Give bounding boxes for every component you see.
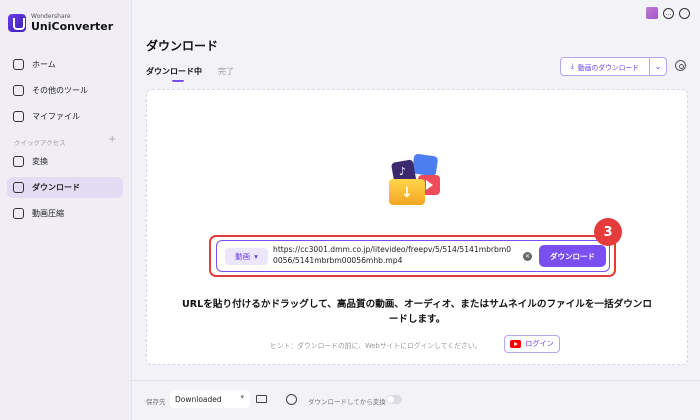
file-icon <box>13 111 24 122</box>
url-input[interactable]: https://cc3001.dmm.co.jp/litevideo/freep… <box>273 245 513 266</box>
url-input-bar[interactable]: 動画 ▾ https://cc3001.dmm.co.jp/litevideo/… <box>216 240 610 272</box>
sidebar-item-label: 変換 <box>32 157 48 166</box>
brand-product: UniConverter <box>31 20 114 33</box>
toolbox-icon <box>13 85 24 96</box>
sidebar-item-label: ダウンロード <box>32 183 80 192</box>
convert-after-download-toggle[interactable] <box>386 395 402 404</box>
app-logo-icon <box>8 14 26 32</box>
caret-down-icon: ▾ <box>254 252 258 261</box>
media-type-value: 動画 <box>235 252 251 261</box>
top-right-icons: … <box>646 7 690 19</box>
convert-icon <box>13 156 24 167</box>
chevron-down-icon[interactable]: ⌄ <box>650 62 666 71</box>
download-icon <box>13 182 24 193</box>
tab-downloading[interactable]: ダウンロード中 <box>146 66 202 82</box>
sidebar-item-label: ホーム <box>32 60 56 69</box>
sidebar-item-label: 動画圧縮 <box>32 209 64 218</box>
add-quick-access-icon[interactable]: + <box>108 134 116 145</box>
download-illustration-icon: ♪ ↓ <box>383 151 453 211</box>
sidebar: Wondershare UniConverter ホーム その他のツール マイフ… <box>0 0 132 420</box>
sidebar-item-label: マイファイル <box>32 112 80 121</box>
youtube-icon <box>510 340 522 348</box>
tab-completed[interactable]: 完了 <box>218 66 234 77</box>
sidebar-item-my-files[interactable]: マイファイル <box>7 106 123 127</box>
sidebar-item-compress[interactable]: 動画圧縮 <box>7 203 123 224</box>
save-location-value: Downloaded <box>175 394 222 404</box>
hint-text: ヒント：ダウンロードの前に、Webサイトにログインしてください。 <box>270 342 482 350</box>
folder-icon[interactable] <box>256 395 267 403</box>
sidebar-item-home[interactable]: ホーム <box>7 54 123 75</box>
download-video-button[interactable]: ⤓ 動画のダウンロード ⌄ <box>560 57 667 76</box>
clear-icon[interactable]: ✕ <box>523 252 532 261</box>
sidebar-item-download[interactable]: ダウンロード <box>7 177 123 198</box>
brand: Wondershare UniConverter <box>8 14 113 32</box>
sidebar-item-convert[interactable]: 変換 <box>7 151 123 172</box>
compress-icon <box>13 208 24 219</box>
convert-after-download-label: ダウンロードしてから変換 <box>308 398 386 406</box>
quick-access-label: クイックアクセス <box>14 139 66 147</box>
save-location-select[interactable]: Downloaded ▾ <box>170 390 250 408</box>
media-type-select[interactable]: 動画 ▾ <box>225 248 268 265</box>
download-arrow-icon: ⤓ <box>570 62 574 70</box>
step-badge: 3 <box>594 218 622 246</box>
page-title: ダウンロード <box>146 39 219 53</box>
login-label: ログイン <box>525 339 554 348</box>
save-location-label: 保存先 <box>146 398 166 406</box>
avatar[interactable] <box>646 7 658 19</box>
gear-icon[interactable] <box>675 60 686 71</box>
chat-icon[interactable]: … <box>663 7 674 19</box>
chevron-down-icon: ▾ <box>240 393 244 401</box>
sidebar-item-label: その他のツール <box>32 86 88 95</box>
download-button[interactable]: ダウンロード <box>539 245 606 267</box>
home-icon <box>13 59 24 70</box>
download-video-label: 動画のダウンロード <box>577 63 640 72</box>
login-button[interactable]: ログイン <box>504 335 560 353</box>
clock-icon <box>286 394 297 405</box>
headset-icon[interactable] <box>679 7 690 19</box>
instruction-text: URLを貼り付けるかドラッグして、高品質の動画、オーディオ、またはサムネイルのフ… <box>182 299 652 325</box>
sidebar-item-other-tools[interactable]: その他のツール <box>7 80 123 101</box>
